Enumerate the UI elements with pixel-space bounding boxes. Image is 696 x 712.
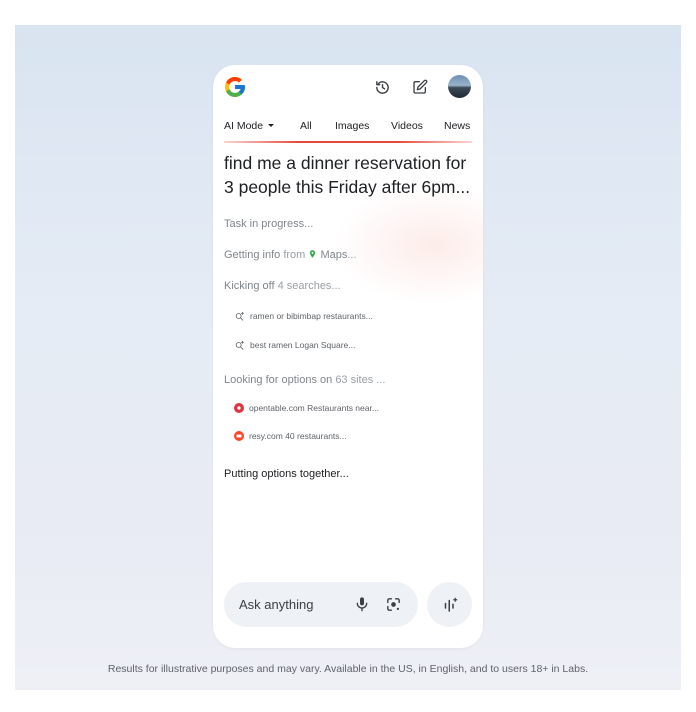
background-stage: AI Mode All Images Videos News find me a… bbox=[15, 25, 681, 690]
caret-down-icon bbox=[268, 124, 275, 127]
site-text: resy.com 40 restaurants... bbox=[249, 431, 347, 441]
opentable-icon bbox=[234, 403, 244, 413]
step-rest: 4 searches... bbox=[277, 280, 341, 292]
tab-news[interactable]: News bbox=[444, 120, 470, 132]
step-lead: Looking for options on bbox=[224, 374, 333, 386]
map-pin-icon bbox=[310, 250, 316, 258]
google-lens-icon[interactable] bbox=[385, 596, 402, 613]
tab-videos[interactable]: Videos bbox=[391, 120, 423, 132]
tab-label: AI Mode bbox=[224, 120, 264, 132]
step-putting-together: Putting options together... bbox=[224, 468, 349, 480]
search-tabs: AI Mode All Images Videos News bbox=[224, 120, 483, 136]
search-query-text: ramen or bibimbap restaurants... bbox=[250, 311, 373, 321]
ai-glow bbox=[333, 185, 483, 305]
step-ellipsis: ... bbox=[347, 249, 357, 261]
ask-input[interactable]: Ask anything bbox=[224, 582, 418, 627]
resy-icon bbox=[234, 431, 244, 441]
site-text: opentable.com Restaurants near... bbox=[249, 403, 379, 413]
voice-waveform-icon bbox=[444, 597, 457, 612]
ask-placeholder: Ask anything bbox=[239, 597, 314, 612]
search-query-text: best ramen Logan Square... bbox=[250, 340, 356, 350]
step-getting-info: Getting info from Maps... bbox=[224, 249, 357, 261]
active-tab-indicator bbox=[224, 141, 472, 143]
tab-all[interactable]: All bbox=[300, 120, 312, 132]
avatar[interactable] bbox=[448, 75, 471, 98]
history-icon[interactable] bbox=[371, 76, 393, 98]
search-item[interactable]: ramen or bibimbap restaurants... bbox=[234, 311, 373, 321]
live-voice-button[interactable] bbox=[427, 582, 472, 627]
step-looking: Looking for options on 63 sites ... bbox=[224, 374, 385, 386]
search-item[interactable]: best ramen Logan Square... bbox=[234, 340, 355, 350]
disclaimer-footnote: Results for illustrative purposes and ma… bbox=[107, 663, 589, 675]
site-item-resy[interactable]: resy.com 40 restaurants... bbox=[234, 431, 347, 441]
step-from: from bbox=[283, 249, 306, 261]
step-kicking-off: Kicking off 4 searches... bbox=[224, 280, 341, 292]
tab-ai-mode[interactable]: AI Mode bbox=[224, 120, 275, 132]
task-status: Task in progress... bbox=[224, 218, 314, 230]
user-query: find me a dinner reservation for 3 peopl… bbox=[224, 153, 471, 197]
edit-icon[interactable] bbox=[409, 76, 431, 98]
maps-source: Maps bbox=[320, 249, 348, 261]
google-g-logo[interactable] bbox=[223, 75, 247, 99]
ai-search-icon bbox=[235, 340, 244, 350]
ai-search-icon bbox=[235, 311, 244, 321]
tab-images[interactable]: Images bbox=[335, 120, 369, 132]
step-rest: 63 sites ... bbox=[335, 374, 386, 386]
step-lead: Kicking off bbox=[224, 280, 275, 292]
step-lead: Getting info bbox=[224, 249, 281, 261]
mic-icon[interactable] bbox=[354, 596, 370, 612]
site-item-opentable[interactable]: opentable.com Restaurants near... bbox=[234, 403, 379, 413]
phone-screen: AI Mode All Images Videos News find me a… bbox=[213, 65, 483, 648]
